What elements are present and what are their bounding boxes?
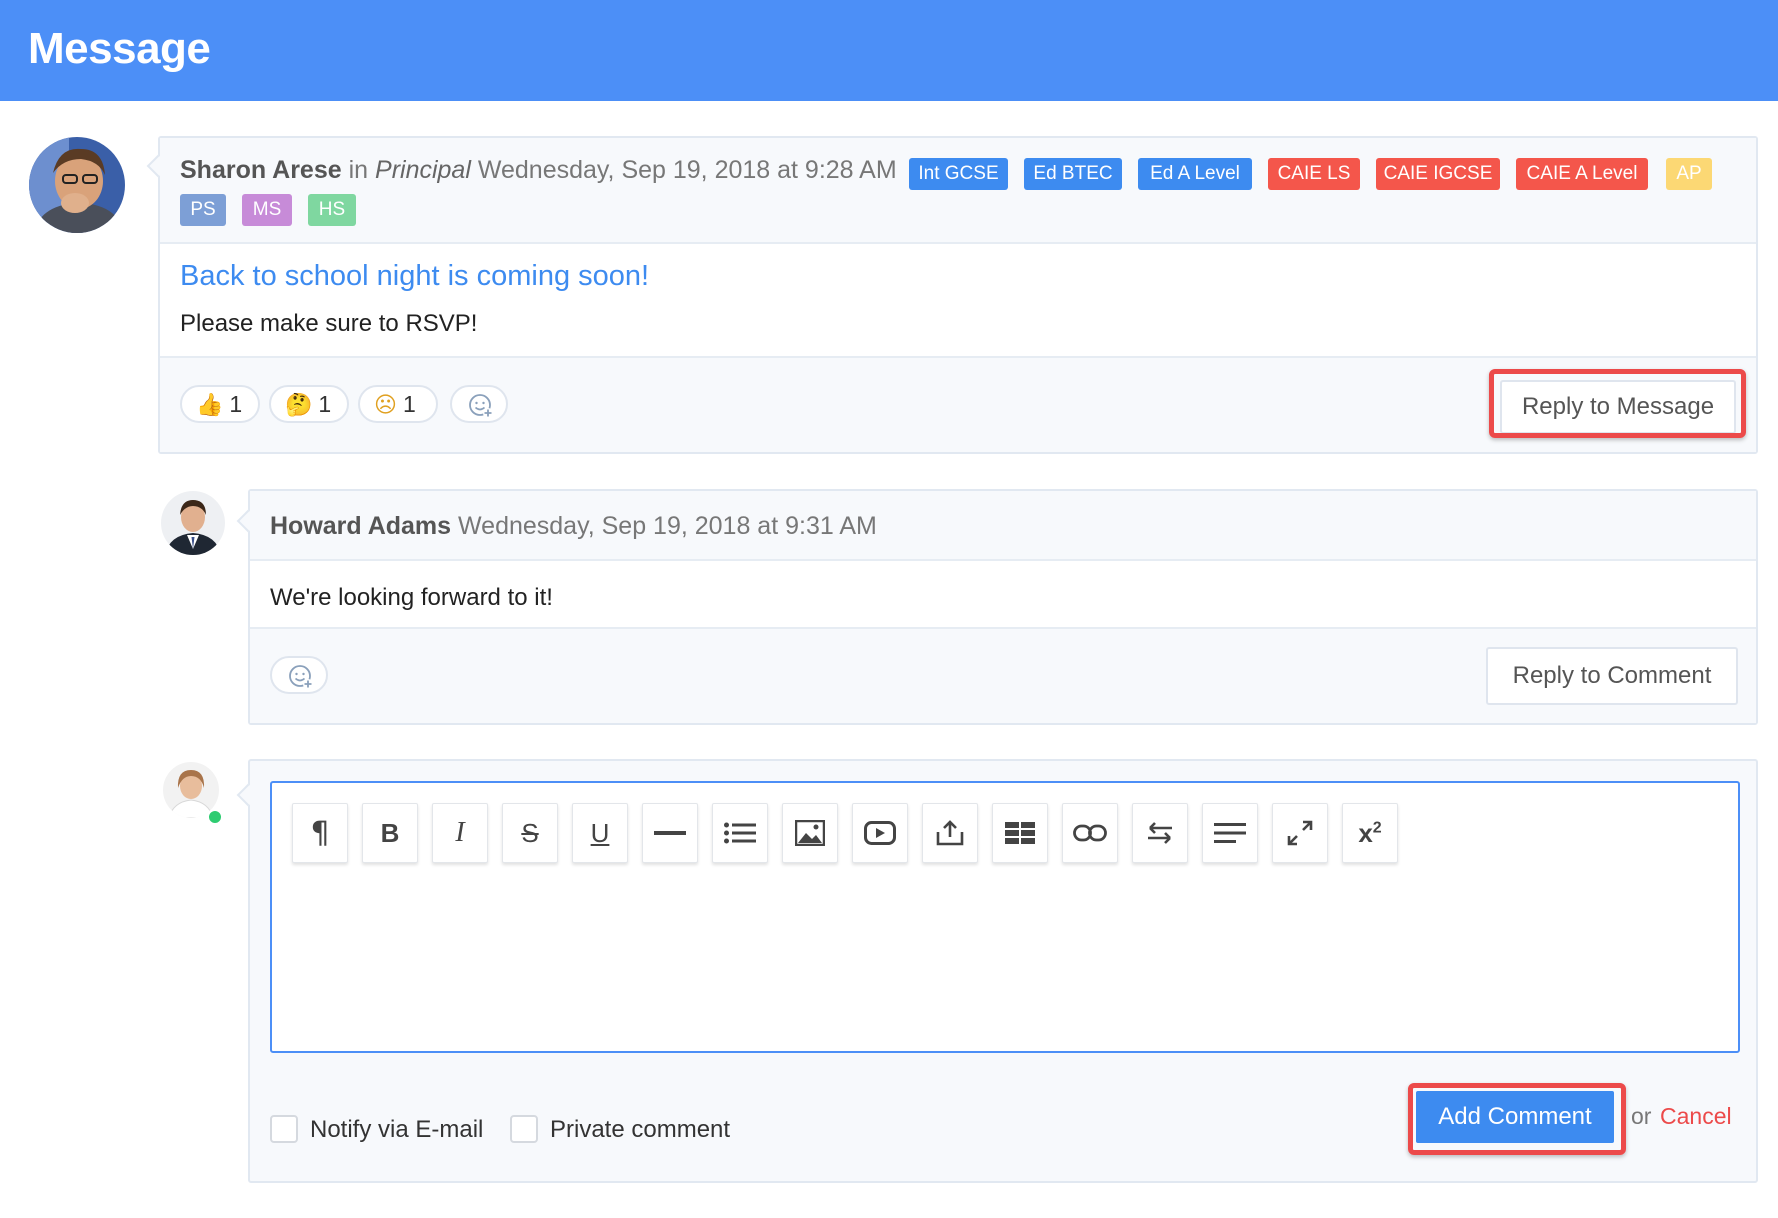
superscript-icon: x2 (1358, 817, 1382, 848)
paragraph-icon: ¶ (310, 815, 330, 851)
frowning-face-icon: ☹ (374, 392, 397, 417)
table-icon (1005, 822, 1035, 844)
notify-email-label[interactable]: Notify via E-mail (310, 1116, 483, 1144)
fullscreen-button[interactable] (1272, 803, 1328, 863)
add-reaction-button[interactable] (270, 656, 328, 694)
tag-caie-ls[interactable]: CAIE LS (1268, 158, 1360, 190)
message-author[interactable]: Sharon Arese (180, 156, 342, 184)
message-subject: Back to school night is coming soon! (180, 260, 650, 292)
underline-icon: U (590, 817, 610, 848)
comment-card: Howard Adams Wednesday, Sep 19, 2018 at … (236, 489, 1758, 725)
text-direction-button[interactable] (1132, 803, 1188, 863)
reaction-thumbs-up[interactable]: 👍 1 (180, 385, 260, 423)
message-meta: Sharon Arese in Principal Wednesday, Sep… (180, 156, 897, 185)
reply-to-comment-button[interactable]: Reply to Comment (1486, 647, 1738, 705)
image-button[interactable] (782, 803, 838, 863)
superscript-button[interactable]: x2 (1342, 803, 1398, 863)
in-word: in (348, 156, 369, 184)
video-button[interactable] (852, 803, 908, 863)
card-pointer (236, 783, 260, 807)
comment-header: Howard Adams Wednesday, Sep 19, 2018 at … (250, 491, 1756, 561)
add-comment-highlight (1408, 1083, 1626, 1155)
horizontal-rule-button[interactable] (642, 803, 698, 863)
tag-caie-igcse[interactable]: CAIE IGCSE (1376, 158, 1500, 190)
strikethrough-icon: S (521, 817, 539, 848)
tag-int-gcse[interactable]: Int GCSE (909, 158, 1008, 190)
reaction-count: 1 (402, 391, 416, 417)
bold-button[interactable]: B (362, 803, 418, 863)
table-button[interactable] (992, 803, 1048, 863)
tag-ed-btec[interactable]: Ed BTEC (1024, 158, 1122, 190)
tag-hs[interactable]: HS (308, 194, 356, 226)
or-text: or (1631, 1103, 1652, 1129)
italic-button[interactable]: I (432, 803, 488, 863)
list-icon (724, 822, 756, 844)
reaction-count: 1 (318, 391, 332, 417)
add-reaction-button[interactable] (450, 385, 508, 423)
reaction-count: 1 (229, 391, 243, 417)
message-header: Sharon Arese in Principal Wednesday, Sep… (160, 138, 1756, 244)
add-emoji-icon (469, 394, 493, 418)
list-button[interactable] (712, 803, 768, 863)
upload-button[interactable] (922, 803, 978, 863)
bold-icon: B (380, 817, 400, 848)
tag-ed-a-level[interactable]: Ed A Level (1138, 158, 1252, 190)
cancel-link[interactable]: Cancel (1660, 1103, 1732, 1130)
private-comment-checkbox[interactable] (510, 1115, 538, 1143)
underline-button[interactable]: U (572, 803, 628, 863)
thinking-face-icon: 🤔 (285, 392, 313, 417)
upload-icon (936, 820, 964, 846)
link-button[interactable] (1062, 803, 1118, 863)
reaction-thinking[interactable]: 🤔 1 (269, 385, 349, 423)
online-status-indicator (207, 809, 223, 825)
page-title: Message (28, 24, 211, 73)
strikethrough-button[interactable]: S (502, 803, 558, 863)
paragraph-button[interactable]: ¶ (292, 803, 348, 863)
message-role: Principal (375, 156, 471, 184)
text-direction-icon (1148, 822, 1172, 844)
tag-ap[interactable]: AP (1666, 158, 1712, 190)
avatar-sharon-arese[interactable] (29, 137, 125, 233)
align-button[interactable] (1202, 803, 1258, 863)
message-timestamp: Wednesday, Sep 19, 2018 at 9:28 AM (477, 156, 897, 184)
align-icon (1214, 823, 1246, 843)
page-header: Message (0, 0, 1778, 101)
comment-editor[interactable]: ¶ B I S U x2 (270, 781, 1740, 1053)
avatar-howard-adams[interactable] (161, 491, 225, 555)
notify-email-checkbox[interactable] (270, 1115, 298, 1143)
tag-ms[interactable]: MS (242, 194, 292, 226)
video-icon (864, 821, 896, 845)
comment-meta: Howard Adams Wednesday, Sep 19, 2018 at … (270, 512, 877, 541)
image-icon (795, 820, 825, 846)
comment-footer: Reply to Comment (250, 627, 1756, 723)
comment-timestamp: Wednesday, Sep 19, 2018 at 9:31 AM (458, 512, 877, 540)
add-emoji-icon (289, 665, 313, 689)
fullscreen-icon (1287, 820, 1313, 846)
private-comment-label[interactable]: Private comment (550, 1116, 730, 1144)
horizontal-rule-icon (654, 831, 686, 835)
reaction-frowning[interactable]: ☹ 1 (358, 385, 438, 423)
thumbs-up-icon: 👍 (196, 392, 224, 417)
comment-author[interactable]: Howard Adams (270, 512, 451, 540)
link-icon (1073, 824, 1107, 842)
italic-icon: I (455, 817, 465, 848)
comment-body: We're looking forward to it! (270, 584, 553, 611)
tag-ps[interactable]: PS (180, 194, 226, 226)
reply-to-message-highlight (1489, 369, 1746, 438)
tag-caie-a-level[interactable]: CAIE A Level (1516, 158, 1648, 190)
message-body: Please make sure to RSVP! (180, 310, 478, 337)
